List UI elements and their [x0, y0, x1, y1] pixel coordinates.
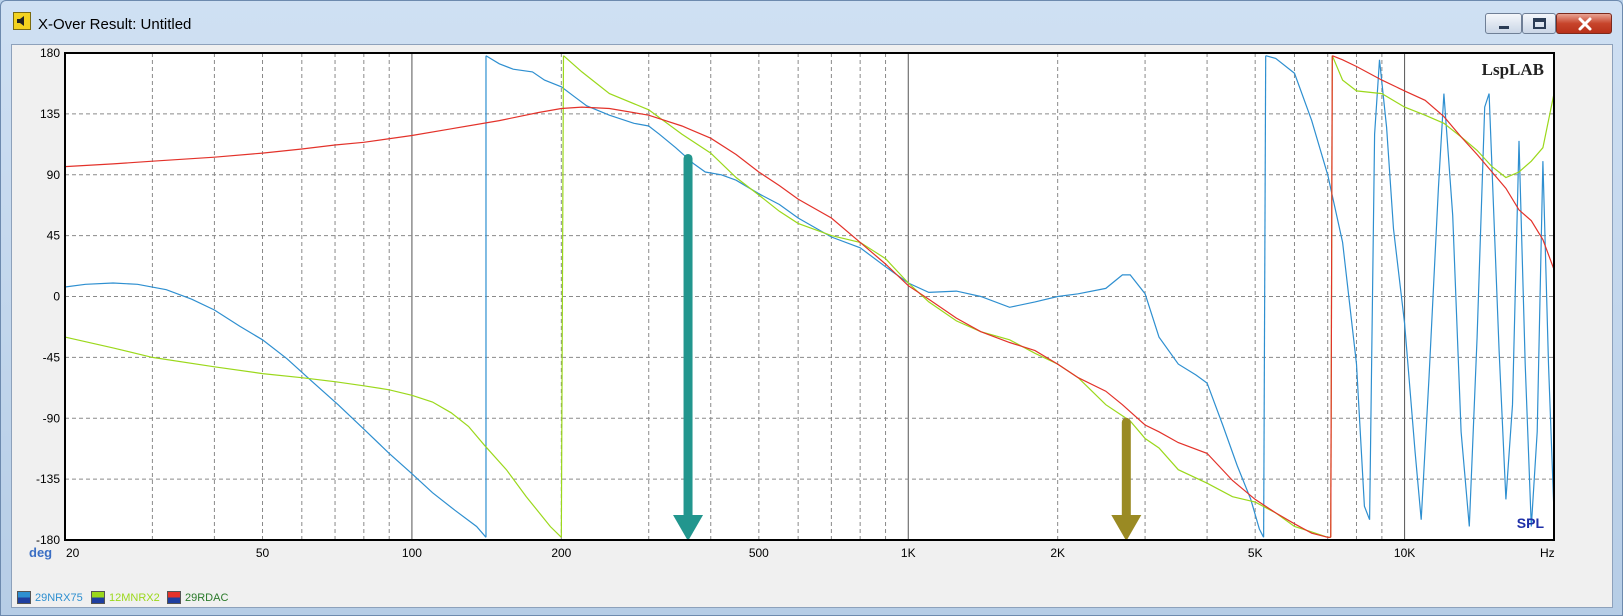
legend-label: 29NRX75: [35, 592, 83, 604]
minimize-icon: [1499, 26, 1509, 29]
phase-chart[interactable]: 18013590450-45-90-135-18020 50 100 200 500 1K…: [12, 45, 1612, 585]
title-bar[interactable]: X-Over Result: Untitled: [1, 1, 1622, 43]
y-tick-label: 135: [40, 107, 60, 121]
x-tick-label: 200: [551, 546, 571, 560]
legend-label: 12MNRX2: [109, 592, 160, 604]
y-tick-label: -45: [43, 350, 61, 364]
speaker-icon: [13, 12, 31, 30]
x-tick-label: 500: [749, 546, 769, 560]
y-tick-label: -90: [43, 411, 61, 425]
chart-panel: 180 135 90 45 0 -45 -90 -135 -180 20 50 100 200 500 1K…: [11, 44, 1613, 608]
x-axis-label: Hz: [1540, 546, 1555, 560]
maximize-icon: [1533, 18, 1546, 29]
window-title: X-Over Result: Untitled: [38, 16, 192, 33]
maximize-button[interactable]: [1522, 13, 1556, 34]
x-tick-label: 2K: [1050, 546, 1065, 560]
spl-mode-label: SPL: [1517, 515, 1545, 531]
close-icon: [1578, 17, 1592, 31]
lsplab-watermark: LspLAB: [1482, 60, 1544, 79]
legend: 29NRX75 12MNRX2 29RDAC: [12, 585, 1612, 607]
minimize-button[interactable]: [1485, 13, 1522, 34]
x-tick-label: 1K: [901, 546, 916, 560]
x-tick-label: 5K: [1248, 546, 1263, 560]
x-tick-label: 50: [256, 546, 270, 560]
close-button[interactable]: [1556, 13, 1612, 34]
y-tick-label: 90: [47, 168, 61, 182]
legend-swatch: [17, 591, 31, 604]
app-window: X-Over Result: Untitled 180 135 90 45 0 -45 -9…: [0, 0, 1623, 616]
x-tick-label: 100: [402, 546, 422, 560]
y-tick-label: -135: [36, 472, 60, 486]
y-tick-label: 0: [53, 290, 60, 304]
y-tick-label: 180: [40, 46, 60, 60]
x-tick-label: 10K: [1394, 546, 1415, 560]
y-axis-label: deg: [29, 545, 52, 560]
y-tick-label: 45: [47, 229, 61, 243]
x-tick-label: 20: [66, 546, 80, 560]
legend-label: 29RDAC: [185, 592, 229, 604]
legend-swatch: [167, 591, 181, 604]
legend-swatch: [91, 591, 105, 604]
